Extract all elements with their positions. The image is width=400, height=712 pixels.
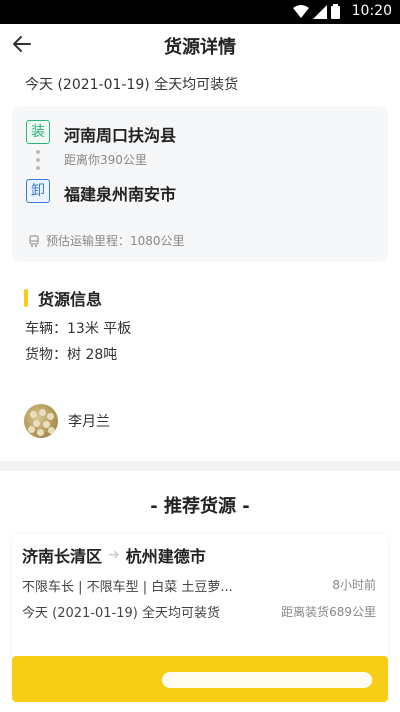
recommend-card[interactable]: 济南长清区 ➔ 杭州建德市 不限车长 | 不限车型 | 白菜 土豆萝... 8小…: [12, 534, 388, 664]
distance-from-you: 距离你390公里: [64, 153, 147, 167]
contact-button[interactable]: [12, 656, 388, 702]
load-time-text: 今天 (2021-01-19) 全天均可装货: [25, 77, 239, 93]
cargo-info-heading: 货源信息: [24, 286, 102, 310]
section-divider: [0, 461, 400, 471]
recommend-specs: 不限车长 | 不限车型 | 白菜 土豆萝...: [22, 580, 233, 595]
estimated-mileage: 预估运输里程：1080公里: [28, 232, 185, 249]
route-card: 装 河南周口扶沟县 距离你390公里 卸 福建泉州南安市 预估运输里程：1080…: [12, 106, 388, 262]
recommend-load-date: 今天 (2021-01-19) 全天均可装货: [22, 606, 220, 621]
page-title: 货源详情: [164, 37, 236, 58]
recommend-title: - 推荐货源 -: [150, 496, 250, 517]
cargo-info-title: 货源信息: [38, 290, 103, 309]
vehicle-info: 车辆：13米 平板: [25, 321, 132, 337]
unload-tag: 卸: [26, 179, 50, 203]
arrow-right-icon: ➔: [108, 547, 120, 563]
route-dots: [36, 150, 40, 174]
status-time: 10:20: [351, 3, 392, 19]
obscured-label-area: [162, 672, 372, 688]
origin-location: 河南周口扶沟县: [64, 126, 177, 145]
recommend-to: 杭州建德市: [125, 547, 206, 566]
destination-location: 福建泉州南安市: [64, 185, 177, 204]
recommend-from: 济南长清区: [22, 547, 103, 566]
load-tag: 装: [26, 120, 50, 144]
wifi-icon: [293, 4, 309, 18]
avatar[interactable]: [24, 404, 58, 438]
recommend-posted-time: 8小时前: [332, 578, 376, 592]
shipper-name: 李月兰: [68, 414, 110, 430]
truck-icon: [29, 234, 39, 247]
heading-accent-bar: [24, 289, 28, 307]
shipper-profile[interactable]: 李月兰: [24, 404, 110, 438]
goods-info: 货物：树 28吨: [25, 347, 118, 363]
app-bar: 货源详情: [0, 24, 400, 64]
signal-icon: [313, 4, 327, 19]
mileage-text: 预估运输里程：1080公里: [46, 234, 185, 248]
battery-icon: [331, 4, 340, 19]
status-icons: [293, 4, 340, 19]
recommend-distance: 距离装货689公里: [281, 605, 376, 619]
recommend-route: 济南长清区 ➔ 杭州建德市: [22, 543, 206, 567]
status-bar: 10:20: [0, 0, 400, 24]
